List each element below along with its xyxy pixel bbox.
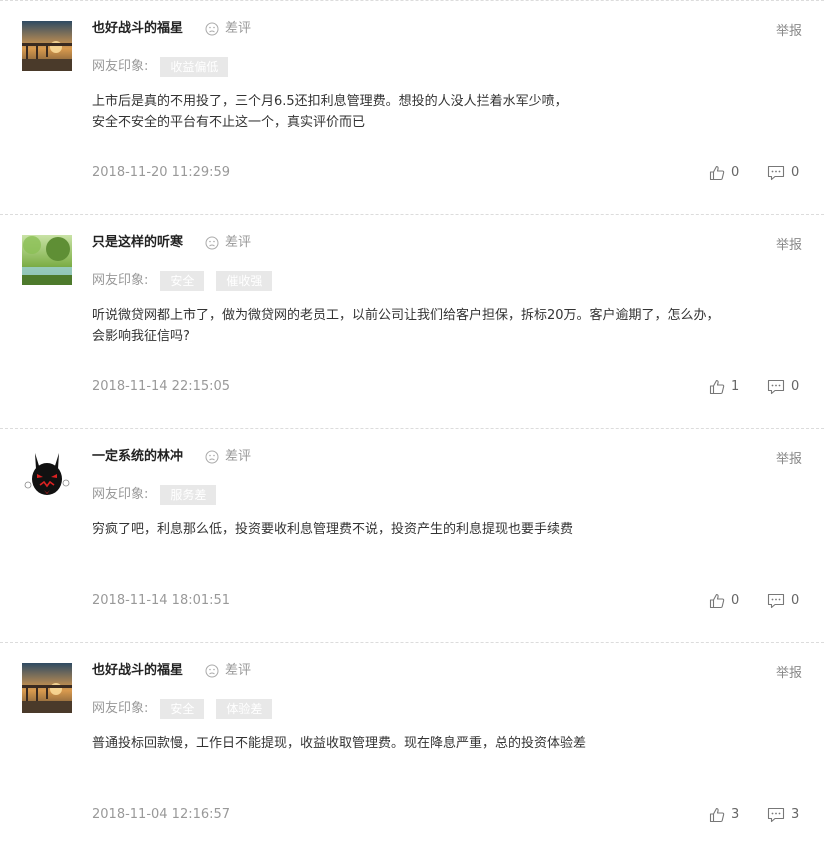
like-count: 0 (731, 165, 740, 180)
sad-face-icon (205, 236, 219, 250)
report-link[interactable]: 举报 (776, 665, 802, 683)
sad-face-icon (205, 450, 219, 464)
report-link[interactable]: 举报 (776, 451, 802, 469)
sunset-pier-avatar[interactable] (22, 21, 72, 71)
review-item: 也好战斗的福星 差评 举报 网友印象: 安全 体验差 普通投标回款慢，工作日不能… (0, 642, 824, 856)
reply-button[interactable]: 0 (767, 592, 799, 610)
reply-count: 3 (791, 807, 800, 822)
black-rabbit-avatar[interactable] (22, 449, 72, 499)
impression-tag: 安全 (160, 271, 205, 291)
username[interactable]: 只是这样的听寒 (92, 234, 183, 252)
impression-tag: 安全 (160, 699, 205, 719)
thumbs-up-icon (709, 593, 725, 609)
review-text-line: 会影响我征信吗? (92, 329, 190, 344)
reply-count: 0 (791, 165, 800, 180)
review-date: 2018-11-04 12:16:57 (92, 807, 231, 822)
reply-count: 0 (791, 379, 800, 394)
impression-row: 网友印象: 安全 催收强 (92, 271, 273, 291)
review-text-line: 安全不安全的平台有不止这一个，真实评价而已 (92, 115, 366, 130)
review-date: 2018-11-14 22:15:05 (92, 379, 231, 394)
review-date: 2018-11-20 11:29:59 (92, 165, 231, 180)
username[interactable]: 也好战斗的福星 (92, 20, 183, 38)
comment-bubble-icon (767, 379, 785, 395)
impression-label: 网友印象: (92, 273, 149, 288)
rating: 差评 (205, 234, 251, 252)
review-text: 听说微贷网都上市了，做为微贷网的老员工，以前公司让我们给客户担保，拆标20万。客… (92, 305, 792, 347)
thumbs-up-icon (709, 165, 725, 181)
review-text-line: 普通投标回款慢，工作日不能提现，收益收取管理费。现在降息严重，总的投资体验差 (92, 736, 587, 751)
review-item: 一定系统的林冲 差评 举报 网友印象: 服务差 穷疯了吧，利息那么低，投资要收利… (0, 428, 824, 642)
reply-button[interactable]: 0 (767, 378, 799, 396)
impression-tag: 催收强 (216, 271, 273, 291)
impression-label: 网友印象: (92, 59, 149, 74)
review-item: 只是这样的听寒 差评 举报 网友印象: 安全 催收强 听说微贷网都上市了，做为微… (0, 214, 824, 428)
username[interactable]: 也好战斗的福星 (92, 662, 183, 680)
sunset-pier-avatar[interactable] (22, 663, 72, 713)
like-button[interactable]: 0 (709, 164, 739, 182)
thumbs-up-icon (709, 807, 725, 823)
report-link[interactable]: 举报 (776, 237, 802, 255)
like-count: 1 (731, 379, 740, 394)
review-text: 穷疯了吧，利息那么低，投资要收利息管理费不说，投资产生的利息提现也要手续费 (92, 519, 792, 540)
impression-row: 网友印象: 服务差 (92, 485, 217, 505)
review-text: 上市后是真的不用投了，三个月6.5还扣利息管理费。想投的人没人拦着水军少喷， 安… (92, 91, 792, 133)
like-button[interactable]: 0 (709, 592, 739, 610)
like-button[interactable]: 1 (709, 378, 739, 396)
review-date: 2018-11-14 18:01:51 (92, 593, 231, 608)
review-item: 也好战斗的福星 差评 举报 网友印象: 收益偏低 上市后是真的不用投了，三个月6… (0, 0, 824, 214)
like-count: 3 (731, 807, 740, 822)
sad-face-icon (205, 22, 219, 36)
rating: 差评 (205, 448, 251, 466)
impression-label: 网友印象: (92, 701, 149, 716)
impression-row: 网友印象: 收益偏低 (92, 57, 229, 77)
rating: 差评 (205, 20, 251, 38)
review-text-line: 上市后是真的不用投了，三个月6.5还扣利息管理费。想投的人没人拦着水军少喷， (92, 94, 568, 109)
reply-button[interactable]: 3 (767, 806, 799, 824)
thumbs-up-icon (709, 379, 725, 395)
comment-bubble-icon (767, 593, 785, 609)
comment-bubble-icon (767, 165, 785, 181)
review-text-line: 听说微贷网都上市了，做为微贷网的老员工，以前公司让我们给客户担保，拆标20万。客… (92, 308, 720, 323)
review-list: 也好战斗的福星 差评 举报 网友印象: 收益偏低 上市后是真的不用投了，三个月6… (0, 0, 824, 856)
rating-label: 差评 (225, 663, 252, 678)
rating-label: 差评 (225, 21, 252, 36)
forest-lake-avatar[interactable] (22, 235, 72, 285)
like-button[interactable]: 3 (709, 806, 739, 824)
like-count: 0 (731, 593, 740, 608)
review-text-line: 穷疯了吧，利息那么低，投资要收利息管理费不说，投资产生的利息提现也要手续费 (92, 522, 574, 537)
username[interactable]: 一定系统的林冲 (92, 448, 183, 466)
sad-face-icon (205, 664, 219, 678)
impression-tag: 体验差 (216, 699, 273, 719)
review-text: 普通投标回款慢，工作日不能提现，收益收取管理费。现在降息严重，总的投资体验差 (92, 733, 792, 754)
impression-tag: 服务差 (160, 485, 217, 505)
reply-button[interactable]: 0 (767, 164, 799, 182)
impression-row: 网友印象: 安全 体验差 (92, 699, 273, 719)
report-link[interactable]: 举报 (776, 23, 802, 41)
comment-bubble-icon (767, 807, 785, 823)
impression-tag: 收益偏低 (160, 57, 229, 77)
rating-label: 差评 (225, 235, 252, 250)
rating: 差评 (205, 662, 251, 680)
reply-count: 0 (791, 593, 800, 608)
impression-label: 网友印象: (92, 487, 149, 502)
rating-label: 差评 (225, 449, 252, 464)
